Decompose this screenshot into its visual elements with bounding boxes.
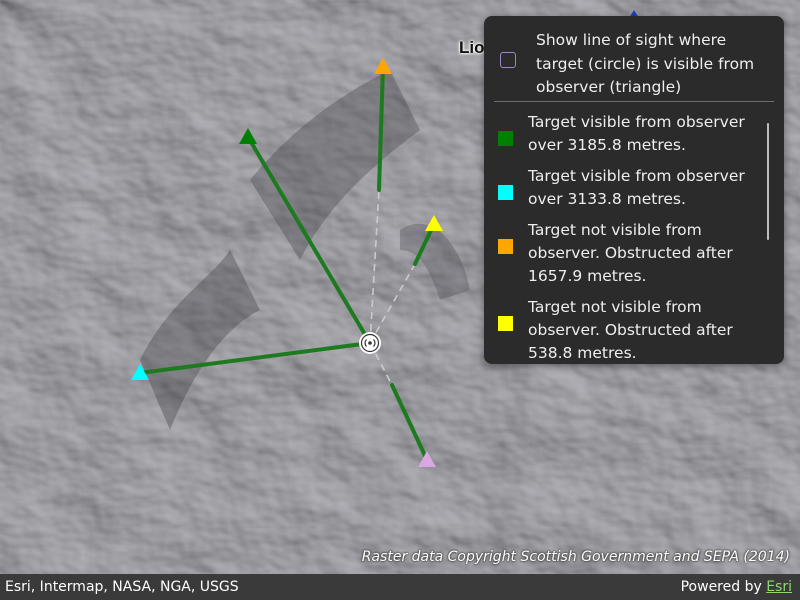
legend-item: Target visible from observer over 3185.8…: [484, 111, 784, 157]
observer-marker[interactable]: [359, 332, 381, 354]
esri-link[interactable]: Esri: [766, 579, 792, 595]
legend-item: Target not visible from observer. Obstru…: [484, 219, 784, 288]
powered-by: Powered by Esri: [681, 579, 792, 595]
legend-swatch-orange: [498, 239, 513, 254]
attribution-sources: Esri, Intermap, NASA, NGA, USGS: [5, 579, 239, 595]
legend-swatch-cyan: [498, 185, 513, 200]
attribution-bar: Esri, Intermap, NASA, NGA, USGS Powered …: [0, 574, 800, 600]
legend-scrollbar[interactable]: [767, 123, 769, 240]
legend-panel: Show line of sight where target (circle)…: [484, 16, 784, 364]
map-place-label: Lio: [459, 38, 485, 57]
line-of-sight-toggle[interactable]: Show line of sight where target (circle)…: [484, 16, 784, 103]
legend-text: Target visible from observer over 3133.8…: [528, 167, 745, 208]
legend-item: Target not visible from observer. Obstru…: [484, 296, 784, 364]
raster-copyright: Raster data Copyright Scottish Governmen…: [361, 549, 790, 565]
powered-by-prefix: Powered by: [680, 579, 767, 595]
legend-swatch-green: [498, 131, 513, 146]
checkbox-icon[interactable]: [500, 52, 516, 68]
legend-item: Target visible from observer over 3133.8…: [484, 165, 784, 211]
panel-divider: [494, 101, 774, 102]
legend-list[interactable]: Target visible from observer over 3185.8…: [484, 111, 784, 364]
legend-swatch-yellow: [498, 316, 513, 331]
legend-text: Target not visible from observer. Obstru…: [528, 221, 733, 285]
toggle-label: Show line of sight where target (circle)…: [536, 31, 755, 96]
legend-text: Target visible from observer over 3185.8…: [528, 113, 745, 154]
legend-text: Target not visible from observer. Obstru…: [528, 298, 733, 362]
